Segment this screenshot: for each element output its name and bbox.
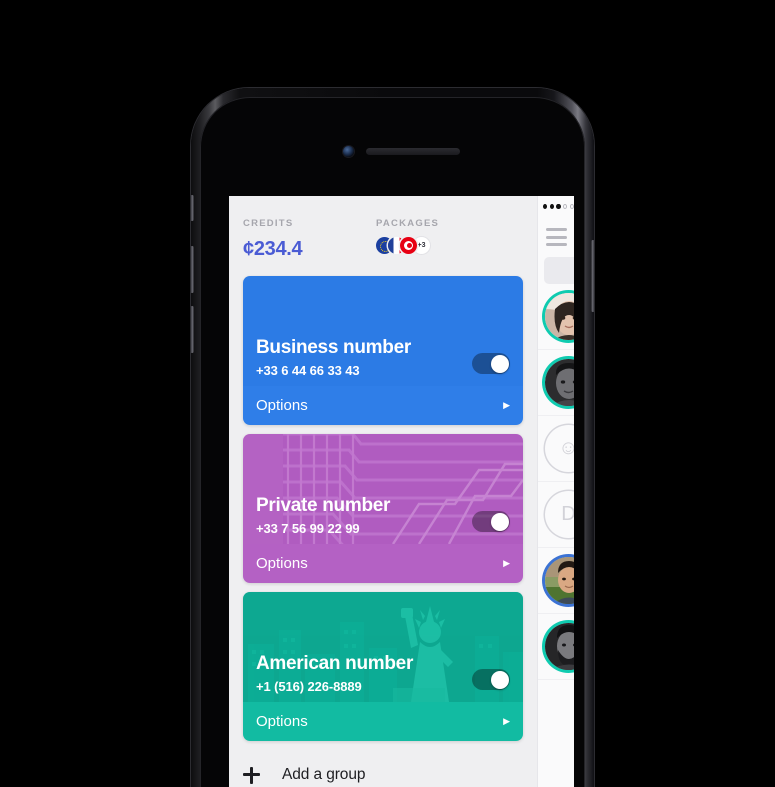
contact-list-item[interactable]: ☺ [538,416,574,482]
number-toggle-private[interactable] [472,511,510,532]
options-label: Options [256,397,308,414]
contact-list-item[interactable] [538,548,574,614]
number-toggle-american[interactable] [472,669,510,690]
avatar[interactable] [545,623,574,670]
pagination-dots[interactable] [538,196,574,209]
woman-portrait-icon [545,293,574,340]
toggle-knob [490,670,509,689]
earpiece-speaker-icon [365,148,460,155]
placeholder-glyph: D [561,503,574,525]
add-group-label: Add a group [282,766,366,783]
card-body-american: American number +1 (516) 226-8889 [243,653,523,694]
avatar[interactable] [545,293,574,340]
options-row-business[interactable]: Options ▶ [243,386,523,425]
volume-down-button[interactable] [190,306,194,353]
card-number: +33 6 44 66 33 43 [256,363,360,378]
avatar[interactable] [545,359,574,406]
number-toggle-business[interactable] [472,353,510,374]
credits-value: ¢234.4 [243,238,303,260]
card-text-private: Private number +33 7 56 99 22 99 [256,495,391,536]
number-card-american[interactable]: American number +1 (516) 226-8889 Option… [243,592,523,741]
chevron-right-icon: ▶ [503,558,510,568]
pagination-dot[interactable] [556,204,561,209]
toggle-knob [490,512,509,531]
front-camera-icon [342,146,354,157]
card-title: Private number [256,495,391,517]
hamburger-line [546,243,567,246]
avatar[interactable]: D [545,491,574,538]
avatar[interactable]: ☺ [545,425,574,472]
packages-flag-list[interactable]: +3 [376,237,439,254]
pagination-dot[interactable] [549,204,554,209]
options-row-american[interactable]: Options ▶ [243,702,523,741]
packages-stat[interactable]: PACKAGES +3 [376,218,439,276]
chevron-right-icon: ▶ [503,716,510,726]
man-beard-portrait-icon [545,623,574,670]
card-text-american: American number +1 (516) 226-8889 [256,653,414,694]
contact-list-item[interactable]: D [538,482,574,548]
packages-label: PACKAGES [376,218,440,229]
tunisia-flag-icon [400,237,417,254]
options-label: Options [256,555,308,572]
hamburger-line [546,228,567,231]
card-number: +1 (516) 226-8889 [256,679,362,694]
card-number: +33 7 56 99 22 99 [256,521,360,536]
silent-switch[interactable] [190,195,194,221]
card-header-private: Private number +33 7 56 99 22 99 [243,434,523,544]
power-button[interactable] [591,240,595,312]
phone-device: CREDITS ¢234.4 PACKAGES +3 Business numb… [190,88,595,787]
avatar[interactable] [545,557,574,604]
man-outdoor-portrait-icon [545,557,574,604]
placeholder-glyph: ☺ [558,437,574,459]
phone-bezel: CREDITS ¢234.4 PACKAGES +3 Business numb… [200,97,585,787]
number-card-private[interactable]: Private number +33 7 56 99 22 99 Options… [243,434,523,583]
plus-icon [243,766,260,784]
card-title: Business number [256,337,411,359]
top-stats-bar: CREDITS ¢234.4 PACKAGES +3 [229,196,537,276]
card-header-american: American number +1 (516) 226-8889 [243,592,523,702]
phone-screen: CREDITS ¢234.4 PACKAGES +3 Business numb… [229,196,574,787]
number-card-business[interactable]: Business number +33 6 44 66 33 43 Option… [243,276,523,425]
search-input[interactable] [544,257,574,284]
card-header-business: Business number +33 6 44 66 33 43 [243,276,523,386]
hamburger-icon[interactable] [538,209,574,246]
contact-list-item[interactable] [538,614,574,680]
options-row-private[interactable]: Options ▶ [243,544,523,583]
man-bw-portrait-icon [545,359,574,406]
screenshot-stage: CREDITS ¢234.4 PACKAGES +3 Business numb… [0,0,775,787]
credits-label: CREDITS [243,218,294,229]
credits-stat[interactable]: CREDITS ¢234.4 [243,218,376,276]
card-body-private: Private number +33 7 56 99 22 99 [243,495,523,536]
pagination-dot[interactable] [570,204,574,209]
card-title: American number [256,653,414,675]
volume-up-button[interactable] [190,246,194,293]
add-group-button[interactable]: Add a group [229,750,537,787]
hamburger-line [546,235,567,239]
card-body-business: Business number +33 6 44 66 33 43 [243,337,523,378]
main-panel: CREDITS ¢234.4 PACKAGES +3 Business numb… [229,196,537,787]
card-text-business: Business number +33 6 44 66 33 43 [256,337,411,378]
number-card-list: Business number +33 6 44 66 33 43 Option… [229,276,537,741]
contact-list-item[interactable] [538,284,574,350]
contact-list-item[interactable] [538,350,574,416]
contacts-side-panel: ☺ D [537,196,574,787]
options-label: Options [256,713,308,730]
chevron-right-icon: ▶ [503,400,510,410]
toggle-knob [490,354,509,373]
